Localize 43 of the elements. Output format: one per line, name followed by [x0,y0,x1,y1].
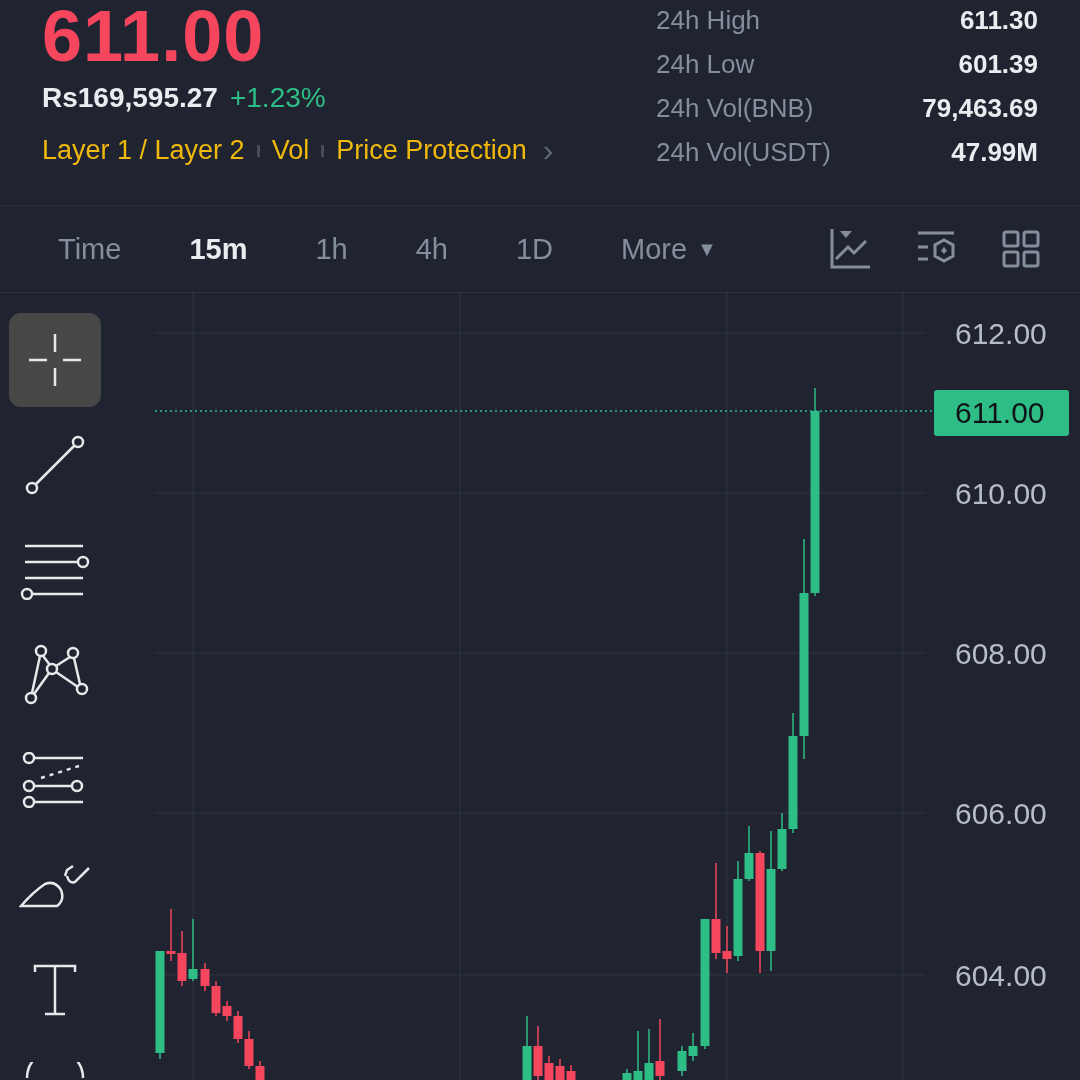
indicator-chart-icon[interactable] [830,229,870,269]
candle [522,1015,532,1080]
price-axis-label: 606.00 [955,797,1047,830]
interval-tab[interactable]: 1D [515,232,554,266]
candle [188,918,198,982]
candle [566,1064,576,1080]
candle [177,930,187,987]
current-price-tag: 611.00 [934,390,1069,436]
circle-shape-icon [25,1062,85,1078]
interval-tab[interactable]: Time [58,232,122,266]
stat-value: 47.99M [951,136,1038,168]
tag-link[interactable]: Vol [271,135,310,166]
candle [677,1045,687,1077]
stat-value: 611.30 [959,4,1038,36]
candle [200,962,210,992]
tag-link[interactable]: Layer 1 / Layer 2 [42,135,245,166]
candle [655,1018,665,1080]
fiat-price: Rs169,595.27 [42,82,218,114]
stat-value: 79,463.69 [922,92,1038,124]
grid-layout-icon[interactable] [1002,230,1040,268]
stat-label: 24h High [656,4,761,36]
stat-label: 24h Vol(BNB) [656,92,814,124]
text-tool-icon [33,964,77,1016]
crosshair-icon [29,334,81,386]
stat-value: 601.39 [958,48,1038,80]
interval-tab[interactable]: 15m [189,232,248,266]
stat-label: 24h Low [656,48,755,80]
interval-tab[interactable]: 1h [315,232,348,266]
interval-tab[interactable]: 4h [415,232,448,266]
price-axis-label: 612.00 [955,317,1047,350]
price-axis-label: 608.00 [955,637,1047,670]
trend-line-icon [25,435,85,495]
chevron-icon[interactable]: › [542,132,554,169]
price-axis-label: 604.00 [955,959,1047,992]
candle [688,1032,698,1062]
candle [555,1058,565,1080]
last-price: 611.00 [42,0,265,72]
price-change: +1.23% [229,82,326,114]
tag-link[interactable]: Price Protection [336,135,527,166]
stat-label: 24h Vol(USDT) [656,136,831,168]
more-dropdown[interactable]: More ▼ [621,232,717,266]
price-axis-label: 610.00 [955,477,1047,510]
candle [644,1028,654,1080]
